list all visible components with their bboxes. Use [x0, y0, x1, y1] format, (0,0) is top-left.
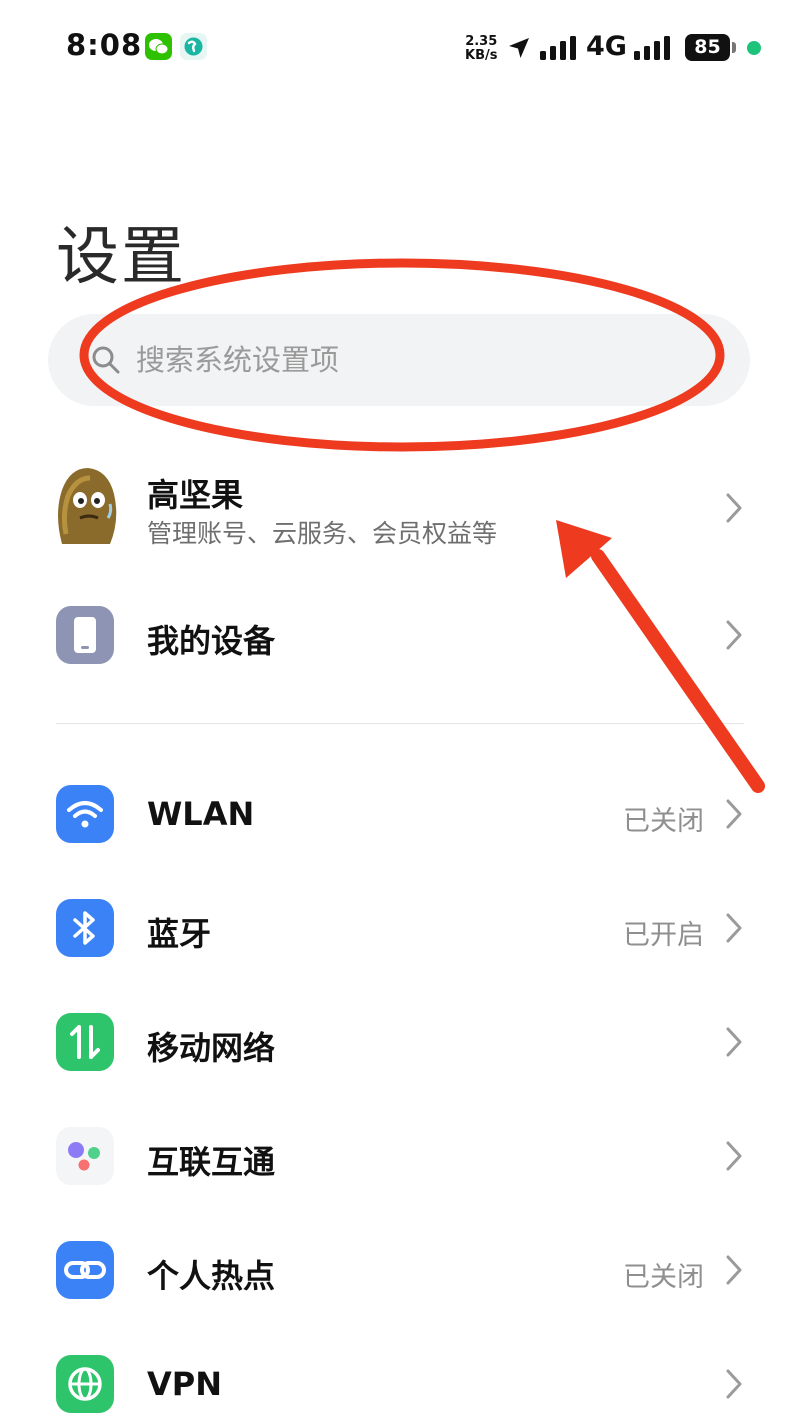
bluetooth-icon [56, 899, 114, 957]
chevron-right-icon [726, 913, 742, 943]
network-speed-value: 2.35 [465, 34, 498, 49]
search-input[interactable] [136, 314, 696, 406]
settings-item-my-device[interactable]: 我的设备 [0, 578, 800, 692]
chevron-right-icon [726, 1255, 742, 1285]
signal-strength-icon [540, 36, 576, 60]
settings-item-label: VPN [147, 1365, 222, 1403]
settings-item-label: 我的设备 [147, 622, 276, 660]
settings-item-value: 已关闭 [623, 806, 704, 837]
settings-item-label: 互联互通 [147, 1143, 276, 1181]
battery-icon: 85 [685, 34, 730, 61]
settings-item-label: 个人热点 [147, 1257, 276, 1295]
search-icon [92, 346, 120, 374]
connect-dots-icon [56, 1127, 114, 1185]
phone-icon [56, 606, 114, 664]
network-type: 4G [586, 31, 627, 62]
status-time: 8:08 [66, 28, 143, 62]
settings-item-bluetooth[interactable]: 蓝牙 已开启 [0, 871, 800, 985]
settings-item-label: 蓝牙 [147, 915, 212, 953]
chevron-right-icon [726, 493, 742, 523]
page-title: 设置 [56, 220, 186, 293]
account-subtitle: 管理账号、云服务、会员权益等 [147, 519, 498, 548]
globe-icon [56, 1355, 114, 1413]
chevron-right-icon [726, 1141, 742, 1171]
mobile-data-icon [56, 1013, 114, 1071]
battery-tip [732, 42, 736, 53]
settings-item-hotspot[interactable]: 个人热点 已关闭 [0, 1213, 800, 1327]
settings-screen: 8:08 2.35 KB/s 4G 85 设置 搜索系统设置项 高坚果 管理账号… [0, 0, 800, 1424]
chevron-right-icon [726, 1369, 742, 1399]
battery-level: 85 [694, 36, 721, 58]
wifi-icon [56, 785, 114, 843]
account-name: 高坚果 [147, 476, 244, 514]
section-divider [56, 723, 744, 724]
account-row[interactable]: 高坚果 管理账号、云服务、会员权益等 [0, 450, 800, 562]
settings-item-wlan[interactable]: WLAN 已关闭 [0, 757, 800, 871]
chevron-right-icon [726, 1027, 742, 1057]
signal-strength-2-icon [634, 36, 670, 60]
wechat-notification-icon [145, 33, 172, 60]
avatar [58, 468, 117, 544]
chevron-right-icon [726, 799, 742, 829]
privacy-indicator-dot [747, 41, 761, 55]
settings-item-value: 已关闭 [623, 1262, 704, 1293]
status-bar: 8:08 2.35 KB/s 4G 85 [0, 0, 800, 96]
settings-item-label: 移动网络 [147, 1029, 276, 1067]
search-bar[interactable] [48, 314, 750, 406]
chevron-right-icon [726, 620, 742, 650]
map-notification-icon [180, 33, 207, 60]
settings-item-interconnect[interactable]: 互联互通 [0, 1099, 800, 1213]
network-speed-unit: KB/s [465, 48, 498, 63]
location-arrow-icon [509, 38, 529, 58]
settings-item-mobile-network[interactable]: 移动网络 [0, 985, 800, 1099]
settings-item-vpn[interactable]: VPN [0, 1327, 800, 1424]
settings-item-value: 已开启 [623, 920, 704, 951]
hotspot-icon [56, 1241, 114, 1299]
network-speed: 2.35 KB/s [465, 35, 497, 63]
settings-item-label: WLAN [147, 795, 255, 833]
